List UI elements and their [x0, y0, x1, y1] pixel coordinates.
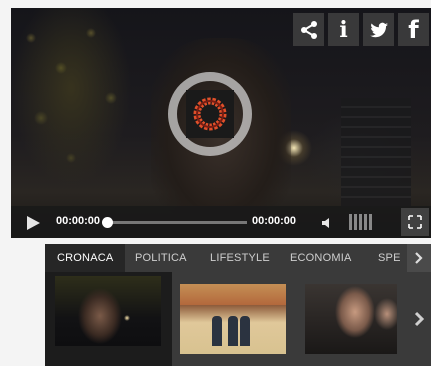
chevron-right-icon — [414, 311, 424, 327]
video-thumbnail[interactable] — [305, 284, 397, 354]
category-tabs: CRONACA POLITICA LIFESTYLE ECONOMIA SPE — [45, 244, 431, 272]
seek-handle[interactable] — [102, 217, 113, 228]
volume-bar — [354, 214, 357, 230]
play-icon[interactable] — [27, 216, 40, 230]
volume-bar — [359, 214, 362, 230]
duration: 00:00:00 — [252, 215, 297, 227]
chevron-right-icon — [415, 252, 423, 264]
video-thumbnail[interactable] — [180, 284, 286, 354]
thumbnail-figure — [228, 316, 238, 346]
fullscreen-button[interactable] — [401, 208, 429, 236]
tab-economia[interactable]: ECONOMIA — [290, 244, 352, 272]
volume-bar — [349, 214, 352, 230]
thumbnails-next-button[interactable] — [407, 272, 431, 366]
share-button[interactable] — [293, 13, 324, 46]
share-icon — [300, 20, 317, 39]
volume-bar — [364, 214, 367, 230]
facebook-icon: f — [408, 15, 419, 44]
video-background-building — [341, 98, 411, 208]
info-button[interactable]: i — [328, 13, 359, 46]
big-play-button[interactable] — [168, 72, 252, 156]
facebook-button[interactable]: f — [398, 13, 429, 46]
twitter-button[interactable] — [363, 13, 394, 46]
channel-logo — [186, 90, 234, 138]
tab-spe[interactable]: SPE — [378, 244, 401, 272]
info-icon: i — [339, 16, 348, 43]
video-background-trees — [11, 8, 151, 208]
thumbnail-figure — [240, 316, 250, 346]
tabs-next-button[interactable] — [407, 244, 431, 272]
share-bar: i f — [293, 13, 429, 46]
tab-lifestyle[interactable]: LIFESTYLE — [210, 244, 270, 272]
video-thumbnail[interactable] — [55, 276, 161, 346]
tab-cronaca[interactable]: CRONACA — [45, 244, 126, 272]
thumbnail-figure — [212, 316, 222, 346]
volume-icon[interactable] — [321, 216, 335, 230]
fullscreen-icon — [408, 215, 422, 229]
twitter-icon — [369, 22, 388, 37]
volume-level[interactable] — [349, 214, 372, 230]
tab-politica[interactable]: POLITICA — [135, 244, 187, 272]
video-player[interactable]: i f 00:00:00 00:00:00 — [11, 8, 431, 238]
current-time: 00:00:00 — [56, 215, 101, 227]
seek-bar[interactable] — [102, 217, 247, 228]
player-controls: 00:00:00 00:00:00 — [11, 206, 431, 238]
volume-bar — [369, 214, 372, 230]
video-thumbnails — [45, 272, 431, 366]
ring-logo-icon — [193, 97, 227, 131]
